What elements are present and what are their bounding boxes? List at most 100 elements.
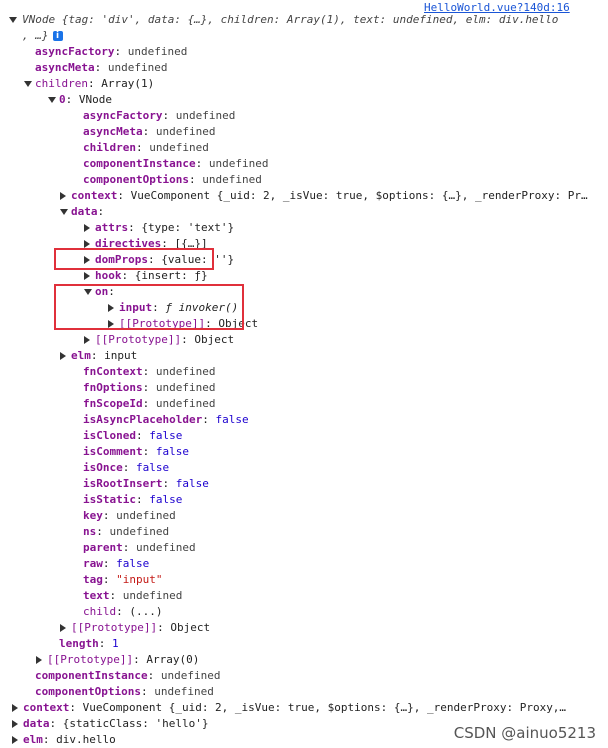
tree-entry: componentOptions: undefined	[35, 684, 214, 700]
property-separator: :	[147, 669, 161, 682]
property-separator: :	[49, 717, 63, 730]
tree-entry: [[Prototype]]: Object	[95, 332, 234, 348]
property-separator: :	[109, 589, 123, 602]
info-icon[interactable]: i	[52, 31, 63, 41]
expand-triangle-icon[interactable]	[84, 336, 90, 344]
property-value[interactable]: {staticClass: 'hello'}	[63, 717, 209, 730]
expand-triangle-icon[interactable]	[84, 272, 90, 280]
property-separator: :	[142, 125, 156, 138]
tree-entry: text: undefined	[83, 588, 182, 604]
property-separator: :	[116, 605, 130, 618]
tree-row: asyncMeta: undefined	[0, 60, 608, 76]
expand-triangle-icon[interactable]	[84, 224, 90, 232]
property-name: context	[71, 189, 118, 202]
property-value: undefined	[155, 125, 216, 138]
property-separator: :	[157, 621, 171, 634]
property-separator: :	[188, 173, 203, 186]
property-name: length	[59, 637, 99, 650]
tree-entry: fnOptions: undefined	[83, 380, 215, 396]
property-name: data	[71, 205, 98, 218]
property-value[interactable]: {insert: ƒ}	[135, 269, 208, 282]
property-separator: :	[69, 701, 83, 714]
expand-triangle-icon[interactable]	[36, 656, 42, 664]
vnode-summary: VNode {tag: 'div', data: {…}, children: …	[22, 13, 559, 26]
expand-triangle-icon[interactable]	[12, 736, 18, 744]
property-value[interactable]: VueComponent {_uid: 2, _isVue: true, $op…	[83, 701, 566, 714]
expand-triangle-icon[interactable]	[60, 352, 66, 360]
tree-row[interactable]: [[Prototype]]: Object	[0, 332, 608, 348]
property-name: text	[83, 589, 110, 602]
property-value[interactable]: Object	[194, 333, 234, 346]
tree-row: isOnce: false	[0, 460, 608, 476]
property-separator: :	[117, 189, 131, 202]
property-separator: :	[135, 141, 150, 154]
tree-entry: fnScopeId: undefined	[83, 396, 215, 412]
property-separator: :	[142, 381, 156, 394]
tree-row[interactable]: [[Prototype]]: Array(0)	[0, 652, 608, 668]
vnode-header-row[interactable]: VNode {tag: 'div', data: {…}, children: …	[0, 12, 608, 28]
property-value[interactable]: Array(1)	[101, 77, 154, 90]
property-value[interactable]: {type: 'text'}	[141, 221, 234, 234]
property-value: 1	[112, 637, 119, 650]
tree-entry: attrs: {type: 'text'}	[95, 220, 234, 236]
property-value[interactable]: input	[104, 349, 137, 362]
property-separator: :	[142, 365, 156, 378]
property-value: undefined	[107, 61, 168, 74]
property-name: 0	[59, 93, 66, 106]
tree-row[interactable]: attrs: {type: 'text'}	[0, 220, 608, 236]
property-value: undefined	[160, 669, 221, 682]
tree-row[interactable]: elm: input	[0, 348, 608, 364]
tree-row[interactable]: [[Prototype]]: Object	[0, 620, 608, 636]
property-value[interactable]: VNode	[79, 93, 112, 106]
tree-row[interactable]: 0: VNode	[0, 92, 608, 108]
property-name: child	[83, 605, 117, 618]
collapse-triangle-icon[interactable]	[9, 17, 17, 23]
property-name: ns	[83, 525, 97, 538]
tree-row: child: (...)	[0, 604, 608, 620]
property-name: componentInstance	[35, 669, 148, 682]
collapse-triangle-icon[interactable]	[48, 97, 56, 103]
tree-entry: data: {staticClass: 'hello'}	[23, 716, 208, 732]
expand-triangle-icon[interactable]	[12, 704, 18, 712]
tree-entry: componentInstance: undefined	[83, 156, 268, 172]
tree-entry: fnContext: undefined	[83, 364, 215, 380]
tree-row[interactable]: context: VueComponent {_uid: 2, _isVue: …	[0, 700, 608, 716]
tree-row: children: undefined	[0, 140, 608, 156]
property-value: undefined	[109, 525, 170, 538]
tree-entry: children: undefined	[83, 140, 209, 156]
property-separator: :	[102, 557, 117, 570]
tree-row: asyncFactory: undefined	[0, 44, 608, 60]
property-separator: :	[162, 477, 176, 490]
tree-row[interactable]: hook: {insert: ƒ}	[0, 268, 608, 284]
vnode-summary-tail: , …} i	[22, 28, 63, 44]
expand-triangle-icon[interactable]	[84, 240, 90, 248]
watermark: CSDN @ainuo5213	[453, 724, 596, 742]
property-separator: :	[94, 61, 108, 74]
collapse-triangle-icon[interactable]	[24, 81, 32, 87]
tree-row[interactable]: children: Array(1)	[0, 76, 608, 92]
tree-row[interactable]: data:	[0, 204, 608, 220]
expand-triangle-icon[interactable]	[12, 720, 18, 728]
property-value: undefined	[154, 685, 214, 698]
property-separator: :	[87, 77, 102, 90]
property-name: componentOptions	[83, 173, 189, 186]
property-name: attrs	[95, 221, 129, 234]
property-value[interactable]: VueComponent {_uid: 2, _isVue: true, $op…	[131, 189, 588, 202]
property-name: isCloned	[83, 429, 136, 442]
property-name: elm	[23, 733, 43, 746]
property-value[interactable]: div.hello	[56, 733, 116, 746]
expand-triangle-icon[interactable]	[60, 192, 66, 200]
property-separator: :	[90, 349, 105, 362]
property-separator: :	[135, 493, 150, 506]
collapse-triangle-icon[interactable]	[60, 209, 68, 215]
property-name: asyncMeta	[35, 61, 95, 74]
tree-entry: componentInstance: undefined	[35, 668, 220, 684]
property-name: key	[83, 509, 103, 522]
tree-row: length: 1	[0, 636, 608, 652]
expand-triangle-icon[interactable]	[60, 624, 66, 632]
tree-entry: asyncMeta: undefined	[35, 60, 167, 76]
property-separator: :	[135, 429, 150, 442]
property-value[interactable]: Array(0)	[146, 653, 199, 666]
property-value[interactable]: Object	[170, 621, 210, 634]
tree-row[interactable]: context: VueComponent {_uid: 2, _isVue: …	[0, 188, 608, 204]
